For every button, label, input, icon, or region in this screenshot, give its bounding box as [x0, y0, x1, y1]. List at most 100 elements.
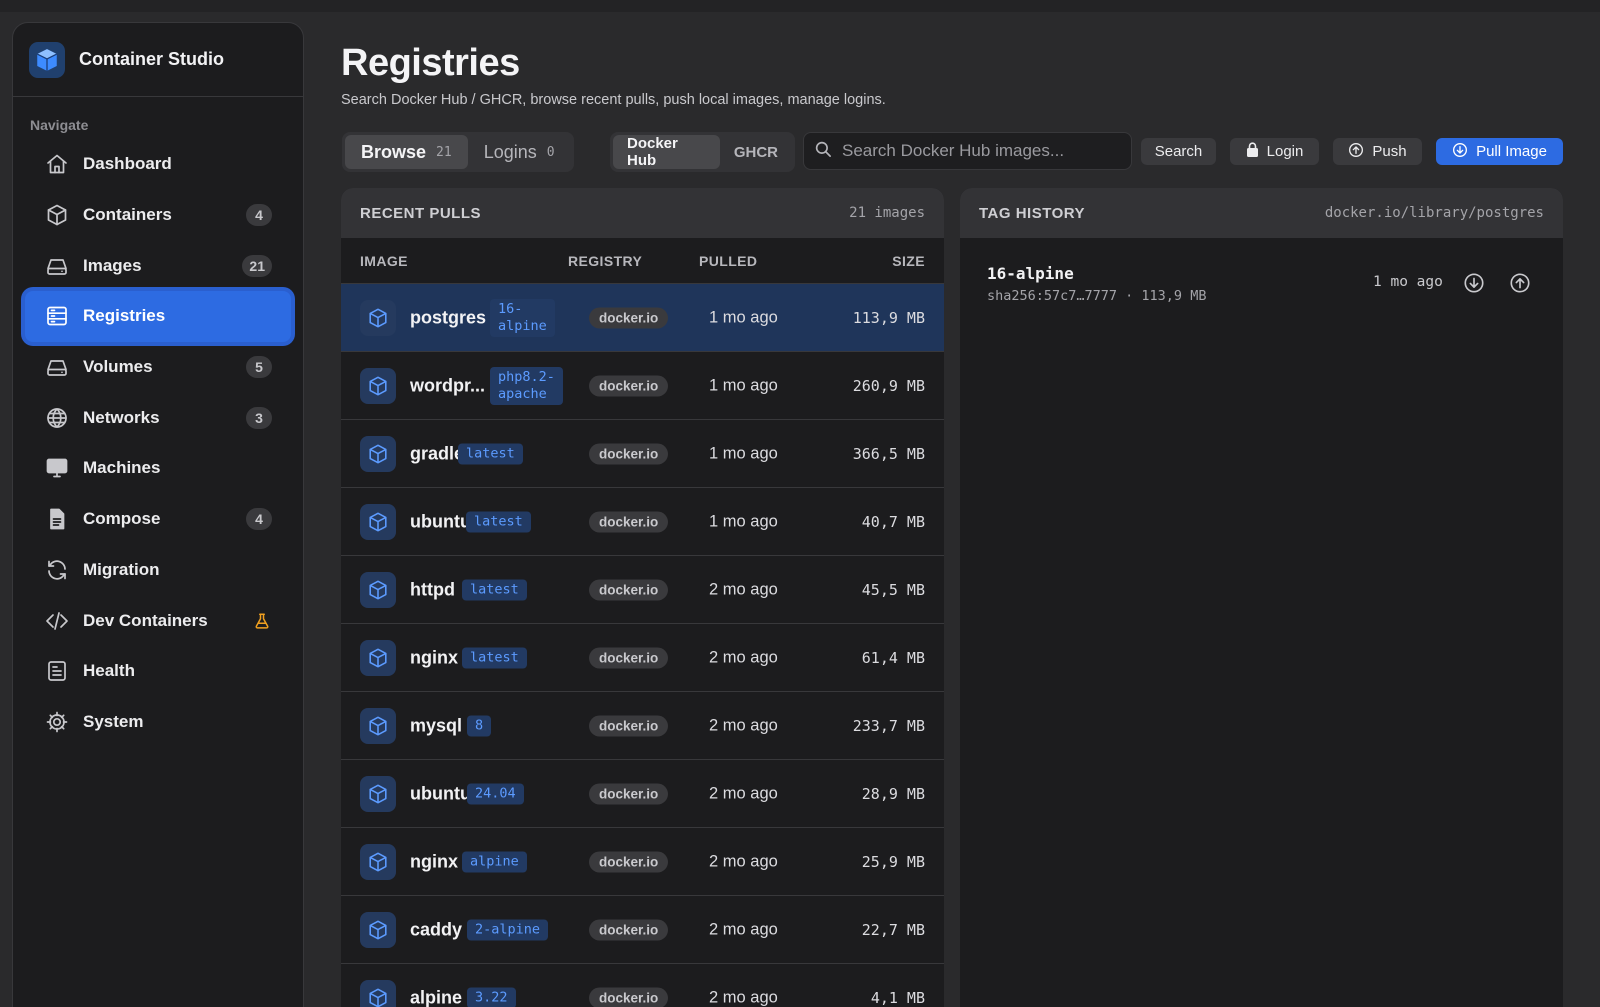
- search-icon: [814, 140, 832, 163]
- table-row[interactable]: ubuntu latest docker.io 1 mo ago 40,7 MB: [341, 488, 944, 556]
- monitor-icon: [45, 456, 69, 480]
- table-row[interactable]: ubuntu 24.04 docker.io 2 mo ago 28,9 MB: [341, 760, 944, 828]
- tab-browse[interactable]: Browse 21: [345, 135, 468, 169]
- image-size: 28,9 MB: [861, 784, 925, 803]
- registry-badge: docker.io: [589, 511, 669, 532]
- registry-badge: docker.io: [589, 851, 669, 872]
- tag-history-time: 1 mo ago: [1373, 274, 1443, 290]
- cube-icon: [360, 503, 396, 540]
- sidebar-item-system[interactable]: System: [25, 697, 291, 748]
- column-header-size[interactable]: SIZE: [892, 253, 925, 269]
- window-top-strip: [0, 0, 1600, 12]
- table-header: IMAGE REGISTRY PULLED SIZE: [341, 238, 944, 284]
- pull-tag-icon[interactable]: [1463, 272, 1485, 294]
- page-subtitle: Search Docker Hub / GHCR, browse recent …: [341, 92, 886, 108]
- table-row[interactable]: nginx latest docker.io 2 mo ago 61,4 MB: [341, 624, 944, 692]
- home-icon: [45, 152, 69, 176]
- push-button[interactable]: Push: [1333, 138, 1422, 165]
- sidebar-item-health[interactable]: Health: [25, 646, 291, 697]
- table-row[interactable]: httpd latest docker.io 2 mo ago 45,5 MB: [341, 556, 944, 624]
- sidebar-nav: Dashboard Containers 4 Images 21 Registries Vo…: [13, 139, 303, 747]
- image-name: wordpr...: [410, 375, 486, 395]
- cube-icon: [360, 299, 396, 336]
- sidebar-item-volumes[interactable]: Volumes 5: [25, 342, 291, 393]
- table-row[interactable]: gradle latest docker.io 1 mo ago 366,5 MB: [341, 420, 944, 488]
- cube-icon: [360, 707, 396, 744]
- image-tag-badge: latest: [466, 511, 531, 532]
- sidebar-item-label: Volumes: [83, 357, 153, 377]
- pull-image-button[interactable]: Pull Image: [1436, 138, 1563, 165]
- sidebar-item-migration[interactable]: Migration: [25, 545, 291, 596]
- sidebar-item-label: Machines: [83, 458, 161, 478]
- nav-heading: Navigate: [30, 117, 89, 133]
- table-row[interactable]: wordpr... php8.2- apache docker.io 1 mo ago…: [341, 352, 944, 420]
- sidebar-item-count-badge: 21: [242, 254, 272, 277]
- cube-icon: [360, 775, 396, 812]
- table-row[interactable]: caddy 2-alpine docker.io 2 mo ago 22,7 MB: [341, 896, 944, 964]
- search-box: [803, 132, 1132, 170]
- sidebar-item-label: System: [83, 711, 144, 731]
- image-tag-badge: 3.22: [467, 987, 516, 1007]
- upload-icon: [1348, 142, 1364, 162]
- push-tag-icon[interactable]: [1509, 272, 1531, 294]
- registry-docker-hub-button[interactable]: Docker Hub: [613, 135, 720, 169]
- registry-ghcr-button[interactable]: GHCR: [720, 135, 792, 169]
- cube-icon: [360, 639, 396, 676]
- registry-badge: docker.io: [589, 307, 669, 328]
- tag-history-header: TAG HISTORY docker.io/library/postgres: [960, 188, 1563, 238]
- sidebar-item-containers[interactable]: Containers 4: [25, 190, 291, 241]
- tab-logins-label: Logins: [483, 141, 537, 162]
- gear-icon: [45, 710, 69, 734]
- table-row[interactable]: alpine 3.22 docker.io 2 mo ago 4,1 MB: [341, 964, 944, 1007]
- column-header-registry[interactable]: REGISTRY: [568, 253, 642, 269]
- sidebar-item-label: Registries: [83, 306, 166, 326]
- table-row[interactable]: nginx alpine docker.io 2 mo ago 25,9 MB: [341, 828, 944, 896]
- search-button-label: Search: [1154, 143, 1203, 160]
- registry-badge: docker.io: [589, 919, 669, 940]
- sidebar-item-networks[interactable]: Networks 3: [25, 392, 291, 443]
- image-size: 45,5 MB: [861, 580, 925, 599]
- registry-badge: docker.io: [589, 443, 669, 464]
- image-size: 61,4 MB: [861, 648, 925, 667]
- search-input[interactable]: [842, 141, 1122, 161]
- recent-pulls-panel: RECENT PULLS 21 images IMAGE REGISTRY PU…: [341, 188, 944, 1007]
- tab-logins[interactable]: Logins 0: [468, 135, 571, 169]
- pulled-time: 2 mo ago: [709, 920, 778, 938]
- sidebar-item-images[interactable]: Images 21: [25, 240, 291, 291]
- tab-logins-count: 0: [546, 144, 555, 160]
- search-button[interactable]: Search: [1141, 138, 1216, 165]
- table-row[interactable]: postgres 16- alpine docker.io 1 mo ago 113,9…: [341, 284, 944, 352]
- sidebar-item-dashboard[interactable]: Dashboard: [25, 139, 291, 190]
- cube-icon: [360, 843, 396, 880]
- disk-icon: [45, 254, 69, 278]
- server-icon: [45, 304, 69, 328]
- sidebar-item-count-badge: 4: [246, 204, 272, 227]
- sidebar-item-compose[interactable]: Compose 4: [25, 494, 291, 545]
- image-size: 40,7 MB: [861, 512, 925, 531]
- pulled-time: 2 mo ago: [709, 988, 778, 1006]
- sidebar: Container Studio Navigate Dashboard Conta…: [12, 22, 304, 1007]
- login-button[interactable]: Login: [1230, 138, 1319, 165]
- sidebar-item-registries[interactable]: Registries: [25, 291, 291, 342]
- sidebar-item-count-badge: 5: [246, 356, 272, 379]
- pulled-time: 2 mo ago: [709, 716, 778, 734]
- brand: Container Studio: [13, 23, 303, 97]
- image-size: 260,9 MB: [852, 376, 925, 395]
- image-tag-badge: 8: [467, 715, 492, 736]
- tag-history-tag: 16-alpine: [987, 264, 1074, 283]
- sidebar-item-count-badge: 3: [246, 406, 272, 429]
- sidebar-item-dev-containers[interactable]: Dev Containers: [25, 595, 291, 646]
- column-header-pulled[interactable]: PULLED: [699, 253, 757, 269]
- sidebar-item-machines[interactable]: Machines: [25, 443, 291, 494]
- globe-icon: [45, 406, 69, 430]
- image-name: postgres: [410, 307, 487, 327]
- image-tag-badge: 16- alpine: [490, 298, 555, 337]
- registry-badge: docker.io: [589, 375, 669, 396]
- download-icon: [1452, 142, 1468, 162]
- table-row[interactable]: mysql 8 docker.io 2 mo ago 233,7 MB: [341, 692, 944, 760]
- image-name: httpd: [410, 579, 455, 599]
- image-size: 4,1 MB: [870, 988, 925, 1007]
- image-size: 22,7 MB: [861, 920, 925, 939]
- column-header-image[interactable]: IMAGE: [360, 253, 408, 269]
- image-tag-badge: latest: [462, 647, 527, 668]
